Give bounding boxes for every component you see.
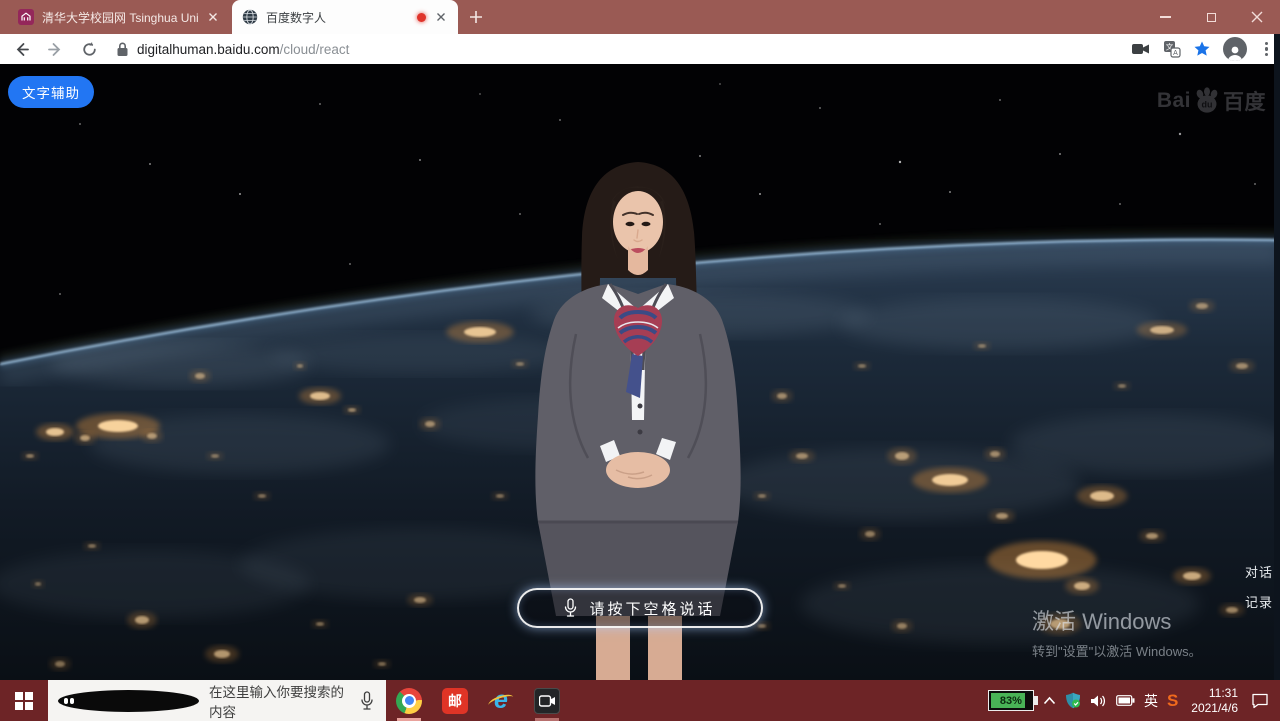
battery-tray-icon[interactable] xyxy=(1116,695,1135,706)
cortana-icon xyxy=(58,690,199,712)
tab-title: 清华大学校园网 Tsinghua Univ xyxy=(42,9,198,26)
profile-avatar[interactable] xyxy=(1223,37,1247,61)
browser-titlebar: 清华大学校园网 Tsinghua Univ 百度数字人 xyxy=(0,0,1280,34)
page-content: 文字辅助 Bai du 百度 请按下空格说话 对话 记录 激活 Windows … xyxy=(0,64,1280,680)
taskbar-mail[interactable]: 邮 xyxy=(432,680,478,721)
url-host: digitalhuman.baidu.com xyxy=(137,42,280,57)
speaker-icon[interactable] xyxy=(1090,694,1107,708)
face xyxy=(613,191,663,253)
text-assist-button[interactable]: 文字辅助 xyxy=(8,76,94,108)
browser-toolbar: digitalhuman.baidu.com/cloud/react 文 A xyxy=(0,34,1280,64)
time: 11:31 xyxy=(1191,686,1238,701)
minimize-button[interactable] xyxy=(1142,0,1188,34)
lock-icon xyxy=(116,42,129,57)
refresh-button[interactable] xyxy=(76,36,102,62)
windows-logo-icon xyxy=(15,692,33,710)
side-panel-tabs: 对话 记录 xyxy=(1245,562,1273,611)
new-tab-button[interactable] xyxy=(468,9,484,25)
hands xyxy=(606,452,670,488)
recording-indicator-icon xyxy=(417,13,426,22)
dialog-tab[interactable]: 对话 xyxy=(1245,562,1273,581)
svg-text:du: du xyxy=(1202,100,1213,110)
battery-percent-widget[interactable]: 83% xyxy=(988,690,1034,711)
address-bar[interactable]: digitalhuman.baidu.com/cloud/react xyxy=(116,42,349,57)
search-placeholder: 在这里输入你要搜索的内容 xyxy=(209,681,350,721)
restore-button[interactable] xyxy=(1188,0,1234,34)
bookmark-star-icon[interactable] xyxy=(1193,40,1211,58)
taskbar-camera-app[interactable] xyxy=(524,680,570,721)
internet-explorer-icon: e xyxy=(487,687,515,715)
system-tray: 83% 英 S 11:31 2021/4/6 xyxy=(988,686,1280,716)
screen-edge-strip xyxy=(1274,34,1280,680)
taskbar-clock[interactable]: 11:31 2021/4/6 xyxy=(1191,686,1238,716)
activate-windows-watermark: 激活 Windows 转到"设置"以激活 Windows。 xyxy=(1032,604,1202,660)
back-button[interactable] xyxy=(8,36,34,62)
close-tab-icon[interactable] xyxy=(434,10,448,24)
globe-favicon xyxy=(242,9,258,25)
battery-percent-text: 83% xyxy=(989,695,1033,707)
close-tab-icon[interactable] xyxy=(206,10,220,24)
hidden-icons-chevron[interactable] xyxy=(1043,696,1056,705)
taskbar-ie[interactable]: e xyxy=(478,680,524,721)
close-window-button[interactable] xyxy=(1234,0,1280,34)
forward-button[interactable] xyxy=(42,36,68,62)
mail-icon: 邮 xyxy=(442,688,468,714)
press-space-to-talk-prompt[interactable]: 请按下空格说话 xyxy=(517,588,763,628)
taskbar-search-box[interactable]: 在这里输入你要搜索的内容 xyxy=(48,680,386,721)
action-center-icon[interactable] xyxy=(1251,692,1269,709)
camera-app-icon xyxy=(534,688,560,714)
toolbar-actions: 文 A xyxy=(1131,34,1274,64)
svg-text:A: A xyxy=(1173,50,1178,57)
tab-tsinghua[interactable]: 清华大学校园网 Tsinghua Univ xyxy=(8,0,230,34)
tsinghua-favicon xyxy=(18,9,34,25)
microphone-icon xyxy=(564,598,577,618)
mic-prompt-text: 请按下空格说话 xyxy=(589,598,715,619)
taskbar-chrome[interactable] xyxy=(386,680,432,721)
translate-icon[interactable]: 文 A xyxy=(1163,40,1181,58)
window-controls xyxy=(1142,0,1280,34)
defender-shield-icon[interactable] xyxy=(1065,692,1081,709)
screen: { "browser": { "tab1": { "title": "清华大学校… xyxy=(0,0,1280,721)
baidu-logo: Bai du 百度 xyxy=(1157,86,1266,116)
baidu-paw-icon: du xyxy=(1192,87,1222,115)
sogou-input-icon[interactable]: S xyxy=(1167,691,1178,711)
start-button[interactable] xyxy=(0,680,48,721)
media-capture-icon[interactable] xyxy=(1131,41,1151,57)
menu-kebab-icon[interactable] xyxy=(1259,42,1274,57)
tab-digitalhuman[interactable]: 百度数字人 xyxy=(232,0,458,34)
language-indicator[interactable]: 英 xyxy=(1144,691,1158,711)
windows-taskbar: 在这里输入你要搜索的内容 邮 e 83% xyxy=(0,680,1280,721)
url-path: /cloud/react xyxy=(280,42,350,57)
search-mic-icon[interactable] xyxy=(360,691,374,711)
record-tab[interactable]: 记录 xyxy=(1245,592,1273,611)
tab-title: 百度数字人 xyxy=(266,9,409,26)
date: 2021/4/6 xyxy=(1191,701,1238,716)
chrome-icon xyxy=(396,688,422,714)
